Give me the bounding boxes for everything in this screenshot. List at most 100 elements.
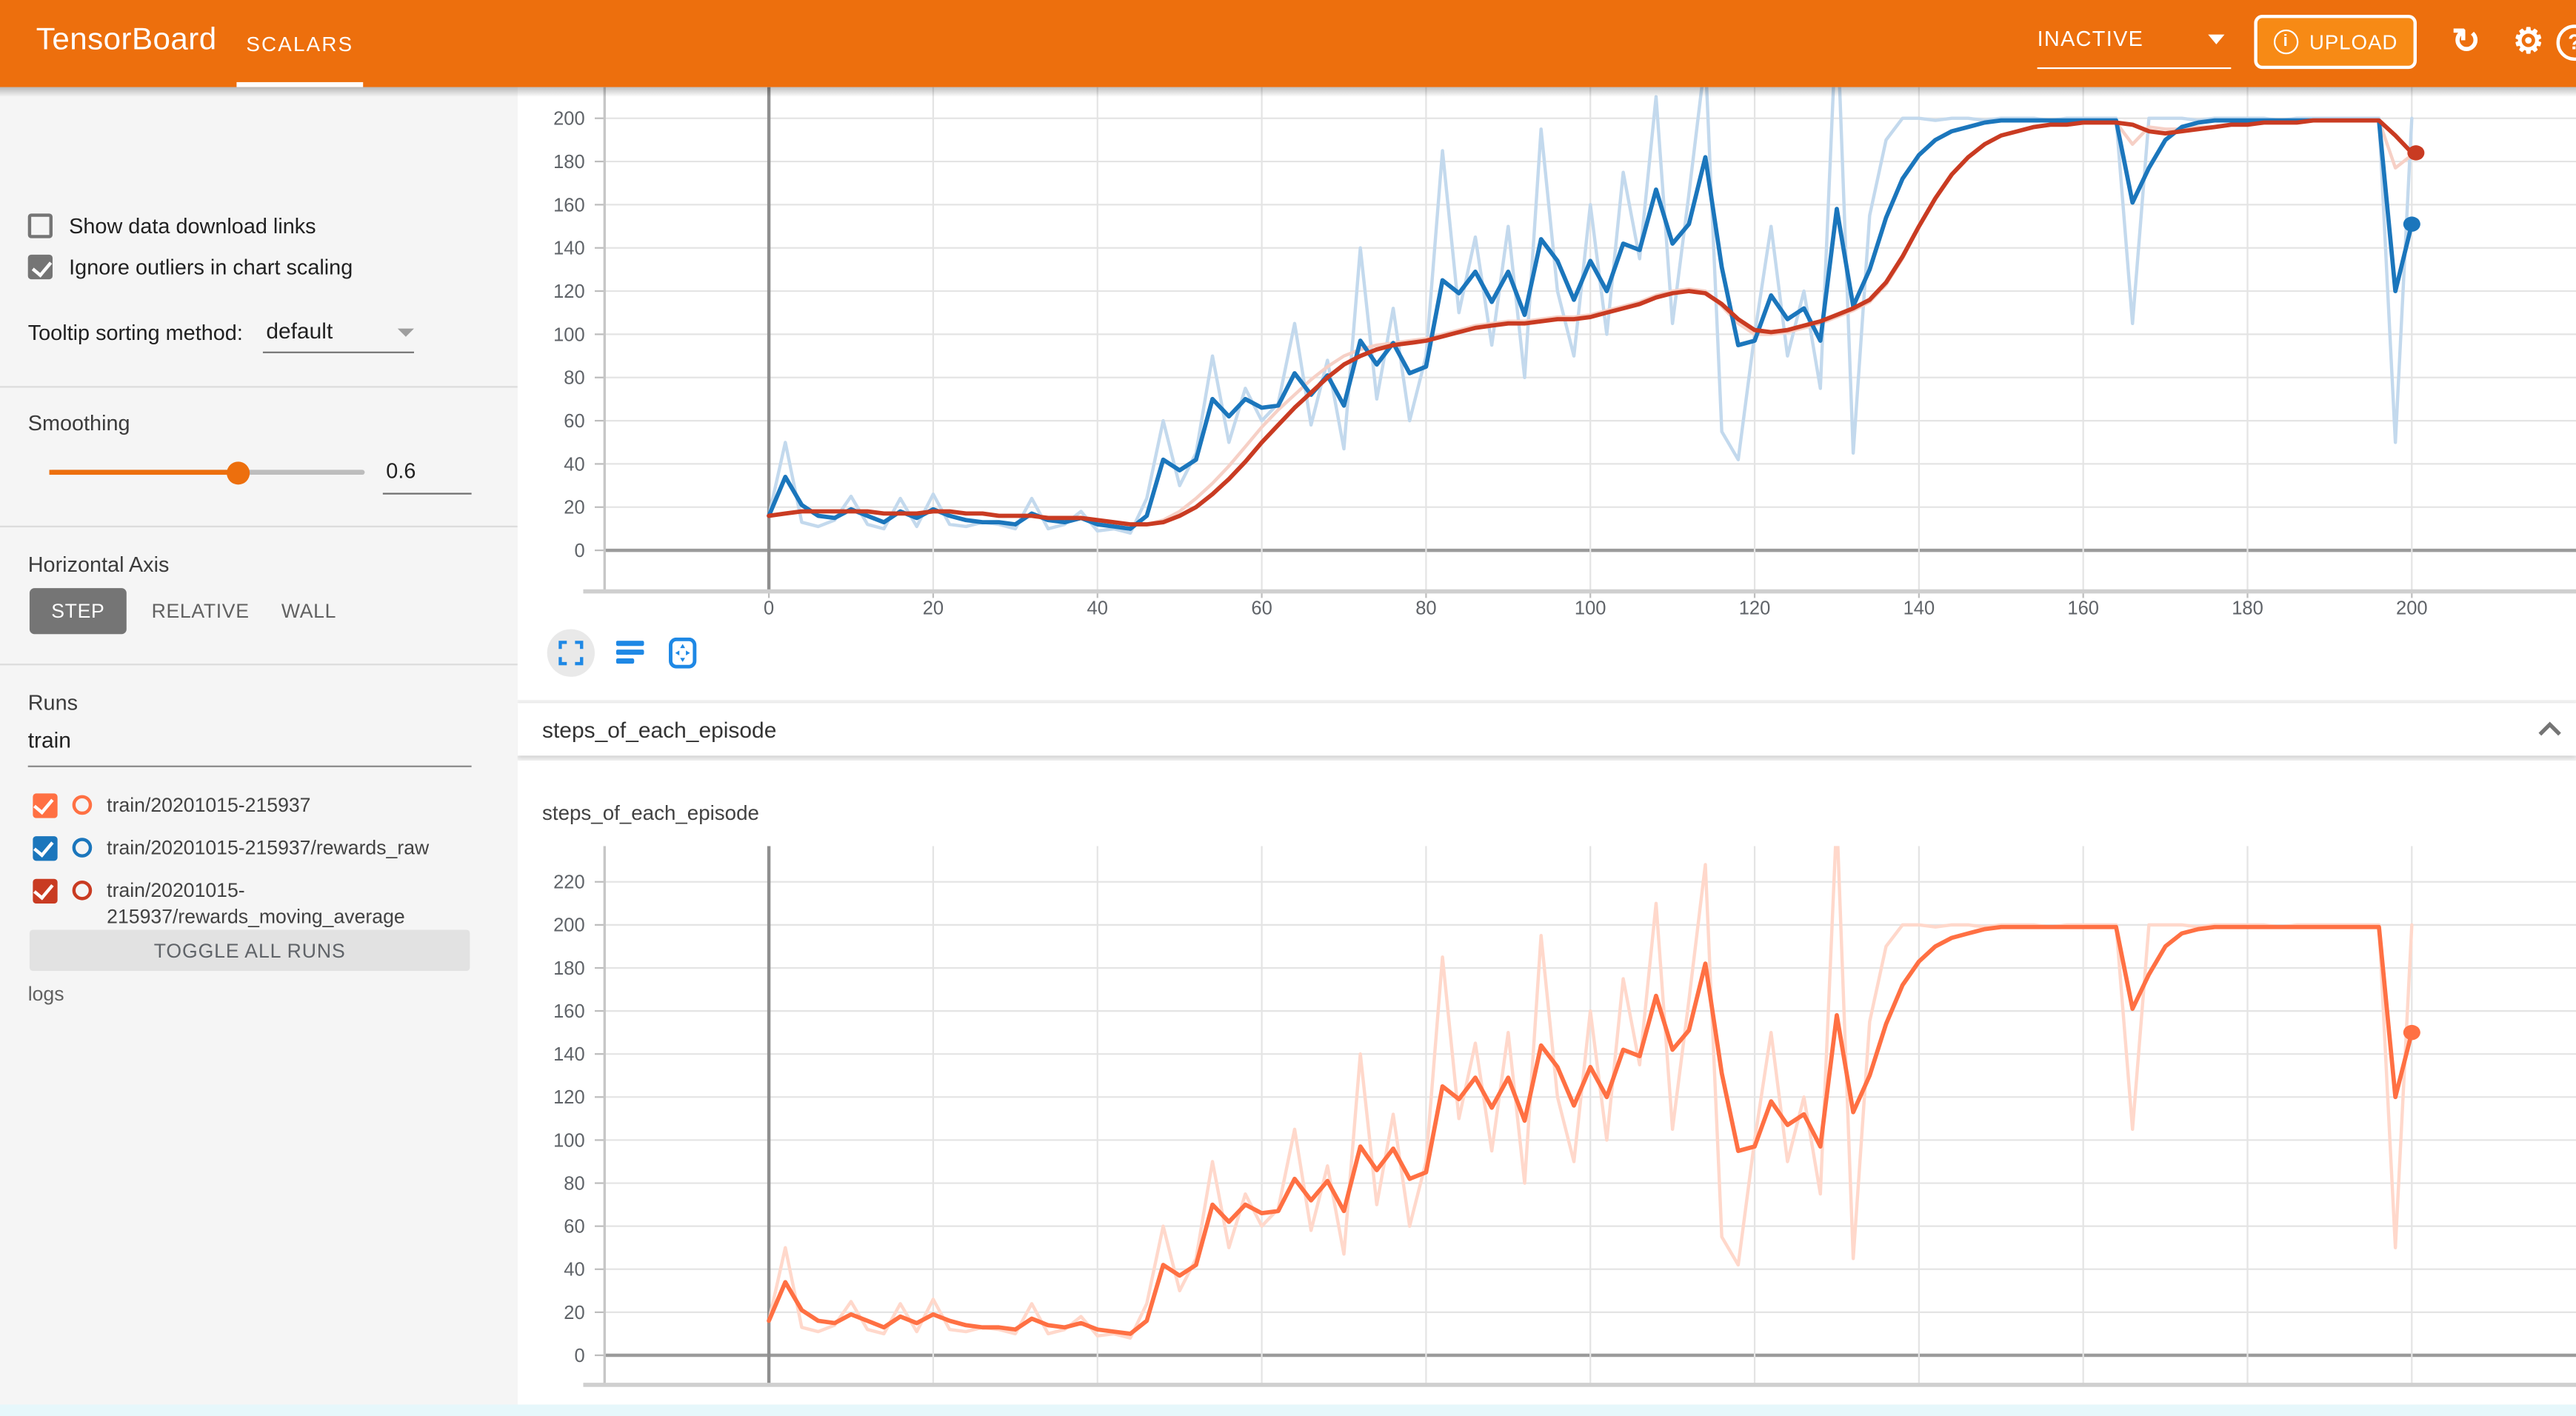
- settings-sidebar: Show data download links Ignore outliers…: [0, 87, 518, 1405]
- section-title: steps_of_each_episode: [542, 717, 776, 741]
- toggle-all-runs-button[interactable]: TOGGLE ALL RUNS: [30, 930, 470, 971]
- checkbox-unchecked[interactable]: [28, 213, 53, 238]
- upload-button[interactable]: i UPLOAD: [2254, 15, 2417, 69]
- x-tick-label: 80: [1415, 598, 1436, 619]
- run-row-2[interactable]: train/20201015-215937/rewards_raw: [33, 835, 471, 861]
- run-row-3[interactable]: train/20201015-215937/rewards_moving_ave…: [33, 878, 471, 931]
- y-tick-label: 200: [553, 915, 585, 936]
- slider-thumb[interactable]: [227, 461, 250, 484]
- y-tick-label: 180: [553, 152, 585, 173]
- smoothing-value-input[interactable]: 0.6: [383, 458, 472, 495]
- expand-card-icon[interactable]: [547, 628, 595, 675]
- tooltip-sorting-value: default: [266, 318, 333, 343]
- y-tick-label: 80: [564, 368, 584, 389]
- divider: [0, 664, 518, 665]
- y-tick-label: 20: [564, 498, 584, 518]
- log-scale-toggle-icon[interactable]: [611, 634, 647, 670]
- series-end-dot: [2407, 145, 2424, 160]
- horizontal-axis-label: Horizontal Axis: [28, 552, 170, 576]
- tab-scalars[interactable]: SCALARS: [236, 0, 363, 87]
- y-tick-label: 60: [564, 411, 584, 432]
- ignore-outliers-row[interactable]: Ignore outliers in chart scaling: [28, 255, 353, 279]
- run-color-ring: [73, 838, 93, 858]
- x-tick-label: 100: [1575, 598, 1606, 619]
- info-icon: i: [2273, 30, 2298, 54]
- y-tick-label: 160: [553, 1001, 585, 1022]
- series-end-dot: [2403, 1025, 2420, 1040]
- run-checkbox[interactable]: [33, 793, 57, 818]
- divider: [0, 526, 518, 527]
- x-tick-label: 40: [1087, 598, 1108, 619]
- help-icon[interactable]: ?: [2557, 24, 2576, 61]
- y-tick-label: 0: [574, 541, 584, 561]
- upload-button-label: UPLOAD: [2309, 30, 2398, 53]
- run-color-ring: [73, 795, 93, 815]
- run-label: train/20201015-215937/rewards_raw: [107, 835, 471, 861]
- smoothing-label: Smoothing: [28, 411, 130, 435]
- y-tick-label: 60: [564, 1217, 584, 1238]
- y-tick-label: 40: [564, 454, 584, 475]
- checkbox-label: Ignore outliers in chart scaling: [69, 255, 353, 279]
- series-end-dot: [2403, 216, 2420, 231]
- section-header-steps[interactable]: steps_of_each_episode: [518, 703, 2576, 755]
- run-checkbox[interactable]: [33, 879, 57, 904]
- run-checkbox[interactable]: [33, 836, 57, 861]
- tooltip-sorting-label: Tooltip sorting method:: [28, 321, 243, 345]
- y-tick-label: 100: [553, 324, 585, 345]
- divider: [0, 386, 518, 387]
- checkbox-checked[interactable]: [28, 255, 53, 279]
- y-tick-label: 140: [553, 238, 585, 259]
- y-tick-label: 140: [553, 1044, 585, 1065]
- show-download-links-row[interactable]: Show data download links: [28, 213, 316, 238]
- chevron-down-icon: [398, 329, 414, 337]
- runs-label: Runs: [28, 690, 78, 715]
- smoothing-slider[interactable]: [50, 470, 365, 475]
- active-dashboards-select[interactable]: INACTIVE: [2038, 16, 2232, 66]
- x-tick-label: 180: [2232, 598, 2263, 619]
- steps-line-chart[interactable]: 0 20 40 60 80 100 120 140 160 180 200 220: [518, 846, 2576, 1416]
- x-tick-label: 60: [1251, 598, 1272, 619]
- chevron-up-icon[interactable]: [2537, 718, 2563, 747]
- y-tick-label: 120: [553, 1087, 585, 1108]
- chevron-down-icon: [2208, 35, 2224, 44]
- checkbox-label: Show data download links: [69, 213, 316, 238]
- fit-domain-icon[interactable]: [664, 634, 700, 670]
- y-tick-label: 120: [553, 281, 585, 302]
- app-bar: TensorBoard SCALARS INACTIVE i UPLOAD ↻ …: [0, 0, 2576, 87]
- tensorboard-app: TensorBoard SCALARS INACTIVE i UPLOAD ↻ …: [0, 0, 2576, 1416]
- y-tick-label: 100: [553, 1130, 585, 1151]
- chart-title: steps_of_each_episode: [542, 801, 759, 824]
- axis-button-wall[interactable]: WALL: [268, 588, 350, 634]
- x-tick-label: 160: [2067, 598, 2099, 619]
- axis-button-step[interactable]: STEP: [30, 588, 127, 634]
- y-tick-label: 160: [553, 195, 585, 216]
- x-tick-label: 0: [764, 598, 774, 619]
- runs-filter-input[interactable]: train: [28, 728, 472, 767]
- axis-button-relative[interactable]: RELATIVE: [141, 588, 260, 634]
- settings-gear-icon[interactable]: ⚙: [2504, 18, 2554, 67]
- x-tick-label: 120: [1739, 598, 1771, 619]
- chart-toolbar: [547, 627, 700, 677]
- run-label: train/20201015-215937: [107, 792, 471, 818]
- tooltip-sorting-select[interactable]: default: [263, 314, 414, 353]
- active-dashboards-value: INACTIVE: [2038, 26, 2144, 50]
- slider-fill: [50, 470, 238, 475]
- y-tick-label: 20: [564, 1303, 584, 1323]
- y-tick-label: 180: [553, 958, 585, 979]
- select-underline: [2038, 67, 2232, 69]
- y-tick-label: 40: [564, 1260, 584, 1280]
- refresh-icon[interactable]: ↻: [2441, 18, 2491, 67]
- logs-label: logs: [28, 982, 64, 1005]
- y-tick-label: 220: [553, 872, 585, 893]
- x-tick-label: 20: [923, 598, 944, 619]
- rewards-line-chart[interactable]: 0 20 40 60 80 100 120 140 160 180 200 0 20 40 60 80 100 1…: [518, 87, 2576, 624]
- bottom-scroll-strip[interactable]: [0, 1405, 2576, 1416]
- run-row-1[interactable]: train/20201015-215937: [33, 792, 471, 818]
- x-tick-label: 140: [1903, 598, 1935, 619]
- y-tick-label: 80: [564, 1173, 584, 1194]
- y-tick-label: 0: [574, 1346, 584, 1366]
- tab-active-underline: [236, 82, 363, 87]
- run-color-ring: [73, 881, 93, 901]
- y-tick-label: 200: [553, 109, 585, 130]
- x-tick-label: 200: [2396, 598, 2428, 619]
